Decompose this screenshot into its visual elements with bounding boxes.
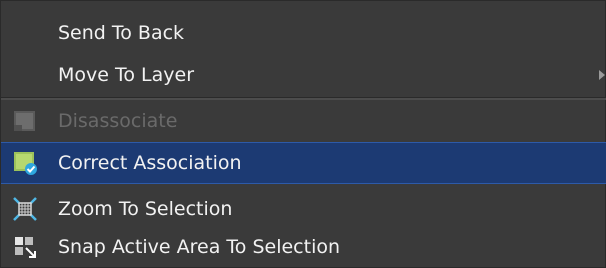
menu-item-correct-association[interactable]: Correct Association: [1, 142, 606, 184]
context-menu: Send To Back Move To Layer Disassociate …: [0, 0, 606, 268]
menu-item-label: Disassociate: [58, 110, 178, 132]
snap-active-area-icon: [11, 233, 39, 261]
menu-item-zoom-to-selection[interactable]: Zoom To Selection: [1, 191, 606, 227]
submenu-arrow-icon: [599, 70, 605, 80]
disassociate-icon: [11, 107, 39, 135]
zoom-to-selection-icon: [11, 195, 39, 223]
menu-item-send-to-back[interactable]: Send To Back: [1, 15, 606, 51]
menu-item-label: Correct Association: [58, 152, 242, 174]
menu-item-snap-active-area-to-selection[interactable]: Snap Active Area To Selection: [1, 229, 606, 265]
menu-item-move-to-layer[interactable]: Move To Layer: [1, 57, 606, 93]
menu-item-disassociate[interactable]: Disassociate: [1, 103, 606, 139]
menu-item-label: Zoom To Selection: [58, 198, 233, 220]
menu-separator: [1, 97, 606, 100]
menu-item-label: Move To Layer: [58, 64, 195, 86]
menu-item-label: Snap Active Area To Selection: [58, 236, 341, 258]
menu-item-label: Send To Back: [58, 22, 185, 44]
correct-association-icon: [11, 149, 39, 177]
